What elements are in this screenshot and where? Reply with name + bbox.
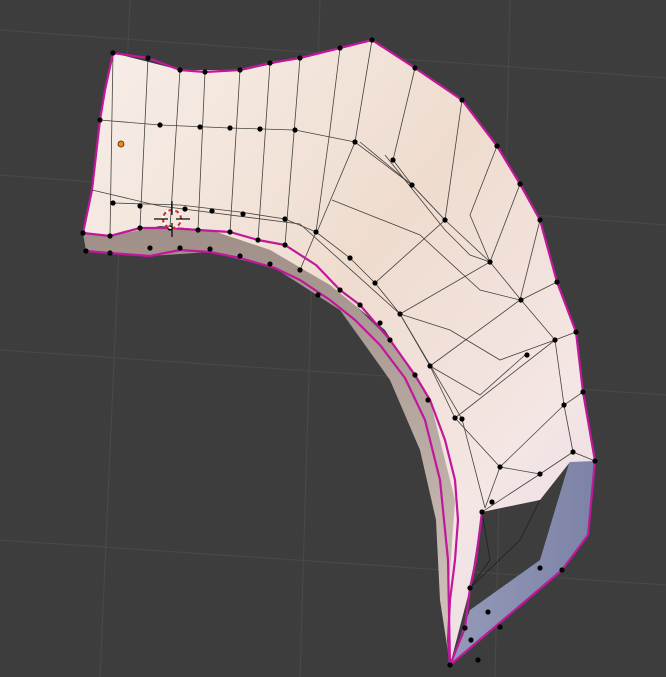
- 3d-viewport[interactable]: [0, 0, 666, 677]
- object-origin-icon[interactable]: [117, 140, 125, 148]
- mesh-top-face: [83, 40, 595, 665]
